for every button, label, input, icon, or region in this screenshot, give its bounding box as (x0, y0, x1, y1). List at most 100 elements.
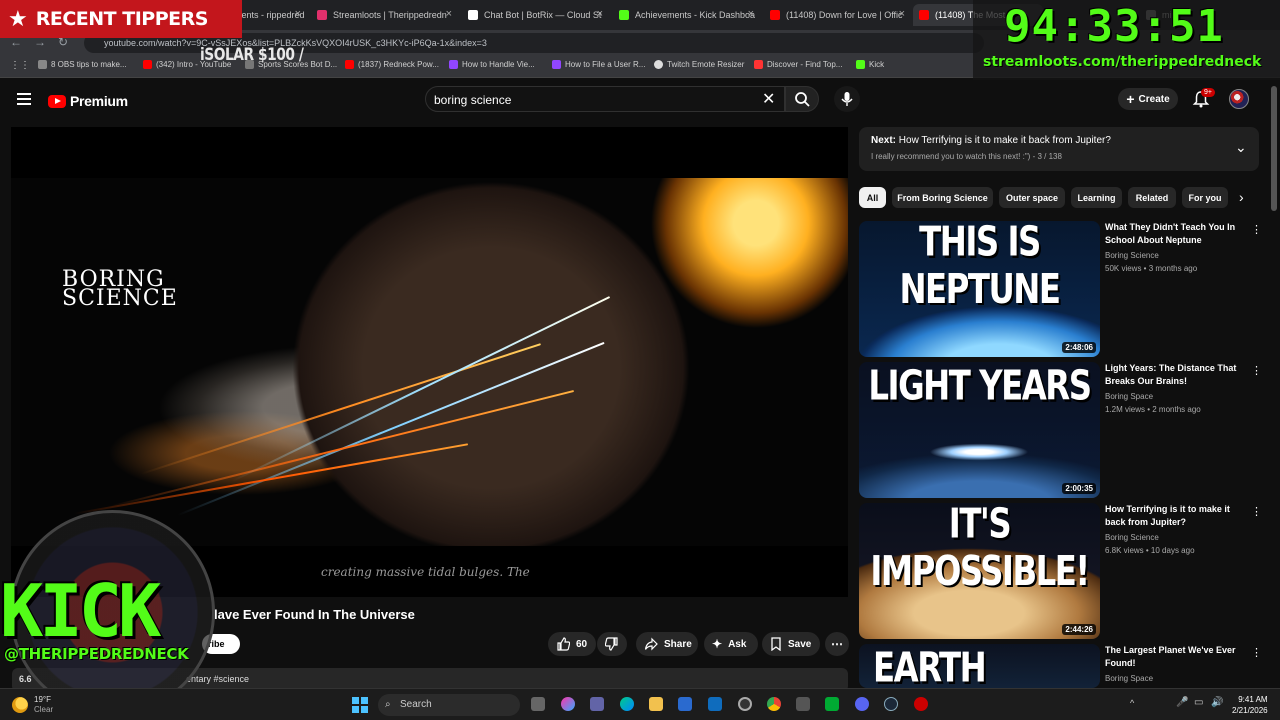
chrome-icon[interactable] (767, 697, 781, 711)
bookmark-item[interactable]: Discover - Find Top... (754, 60, 842, 69)
like-button[interactable]: 60 (548, 632, 596, 656)
steam-icon[interactable] (884, 697, 898, 711)
video-thumbnail[interactable]: EARTH (859, 644, 1100, 688)
search-button[interactable] (785, 86, 819, 112)
sparkle-icon: ✦ (712, 637, 723, 651)
video-caption: creating massive tidal bulges. The (321, 565, 530, 579)
channel-name: Boring Space (1105, 392, 1154, 401)
bookmark-item[interactable]: 8 OBS tips to make... (38, 60, 127, 69)
more-vertical-icon[interactable]: ⋮ (1251, 505, 1262, 518)
task-view-icon[interactable] (531, 697, 545, 711)
clear-search-icon[interactable]: ✕ (762, 89, 775, 109)
browser-tab[interactable]: (11408) Down for Love | Offic × (764, 4, 909, 26)
chip-learning[interactable]: Learning (1071, 187, 1122, 208)
bookmark-item[interactable]: Kick (856, 60, 884, 69)
bookmark-item[interactable]: How to File a User R... (552, 60, 645, 69)
recommendation-title: The Largest Planet We've Ever Found! (1105, 645, 1236, 668)
video-meta: 1.2M views • 2 months ago (1105, 405, 1201, 414)
outlook-icon[interactable] (708, 697, 722, 711)
browser-tab[interactable]: Chat Bot | BotRix — Cloud St × (462, 4, 607, 26)
windows-start-icon[interactable] (352, 697, 368, 713)
video-thumbnail[interactable]: LIGHT YEARS 2:00:35 (859, 362, 1100, 498)
chevron-down-icon[interactable]: ⌄ (1235, 139, 1247, 156)
weather-moon-icon[interactable] (12, 697, 28, 713)
teams-icon[interactable] (590, 697, 604, 711)
bookmark-item[interactable]: Twitch Emote Resizer (654, 60, 744, 69)
tab-close-icon[interactable]: × (748, 8, 754, 20)
save-button[interactable]: Save (762, 632, 820, 656)
record-icon[interactable] (914, 697, 928, 711)
browser-tab[interactable]: Achievements - Kick Dashboa × (613, 4, 758, 26)
apps-grid-icon[interactable]: ⋮⋮ (10, 60, 30, 71)
weather-widget[interactable]: 19°F Clear (34, 695, 53, 715)
dislike-button[interactable] (597, 632, 627, 656)
chevron-right-icon[interactable]: › (1239, 189, 1244, 205)
page-scrollbar[interactable] (1271, 86, 1277, 211)
ask-button[interactable]: ✦ Ask (704, 632, 758, 656)
volume-icon[interactable]: 🔊 (1211, 697, 1223, 708)
next-video-title: How Terrifying is it to make it back fro… (898, 135, 1111, 146)
recommendation-item[interactable]: IT'S IMPOSSIBLE! 2:44:26 How Terrifying … (859, 503, 1262, 639)
channel-name: Boring Science (1105, 251, 1159, 260)
recommendation-item[interactable]: LIGHT YEARS 2:00:35 Light Years: The Dis… (859, 362, 1262, 498)
tab-close-icon[interactable]: × (597, 8, 603, 20)
bookmark-item[interactable]: How to Handle Vie... (449, 60, 535, 69)
next-label: Next: (871, 135, 897, 146)
playlist-next-panel[interactable]: Next: How Terrifying is it to make it ba… (859, 127, 1259, 171)
microphone-tray-icon[interactable]: 🎤 (1176, 697, 1188, 708)
video-duration: 2:44:26 (1062, 624, 1096, 635)
tab-close-icon[interactable]: × (899, 8, 905, 20)
bookmark-item[interactable]: (1837) Redneck Pow... (345, 60, 439, 69)
more-vertical-icon[interactable]: ⋮ (1251, 223, 1262, 236)
youtube-premium-logo[interactable]: Premium (48, 93, 128, 109)
more-vertical-icon[interactable]: ⋮ (1251, 364, 1262, 377)
discord-icon[interactable] (855, 697, 869, 711)
thumbs-up-icon (557, 637, 570, 651)
chip-from-boring-science[interactable]: From Boring Science (892, 187, 993, 208)
video-thumbnail[interactable]: IT'S IMPOSSIBLE! 2:44:26 (859, 503, 1100, 639)
tipper-ticker: iSOLAR $100 / (200, 45, 304, 65)
star-icon: ★ (8, 6, 28, 31)
edge-icon[interactable] (620, 697, 634, 711)
more-horizontal-icon: ⋯ (831, 637, 843, 651)
tab-close-icon[interactable]: × (295, 8, 301, 20)
thumbs-down-icon (605, 637, 618, 651)
video-meta: 50K views • 3 months ago (1105, 264, 1198, 273)
taskbar-search[interactable]: ⌕ Search (378, 694, 520, 716)
create-button[interactable]: + Create (1118, 88, 1178, 110)
taskbar-clock[interactable]: 9:41 AM 2/21/2026 (1232, 694, 1268, 716)
recommendation-item[interactable]: THIS IS NEPTUNE 2:48:06 What They Didn't… (859, 221, 1262, 357)
video-meta: 6.8K views • 10 days ago (1105, 546, 1195, 555)
subathon-timer: 94:33:51 (1004, 1, 1224, 52)
copilot-icon[interactable] (561, 697, 575, 711)
video-title: lave Ever Found In The Universe (214, 607, 415, 622)
video-thumbnail[interactable]: THIS IS NEPTUNE 2:48:06 (859, 221, 1100, 357)
voice-search-button[interactable] (834, 86, 860, 112)
search-icon: ⌕ (385, 699, 391, 710)
playlist-subtext: I really recommend you to watch this nex… (871, 152, 1062, 161)
browser-tab[interactable]: Streamloots | Therippedredn × (311, 4, 456, 26)
tab-close-icon[interactable]: × (446, 8, 452, 20)
search-input[interactable] (434, 91, 754, 109)
more-actions-button[interactable]: ⋯ (825, 632, 849, 656)
more-vertical-icon[interactable]: ⋮ (1251, 646, 1259, 659)
file-explorer-icon[interactable] (649, 697, 663, 711)
recommendation-title: How Terrifying is it to make it back fro… (1105, 504, 1230, 527)
terminal-icon[interactable] (825, 697, 839, 711)
system-tray-chevron-icon[interactable]: ^ (1130, 698, 1134, 708)
app-icon[interactable] (796, 697, 810, 711)
chip-all[interactable]: All (859, 187, 886, 208)
chip-outer-space[interactable]: Outer space (999, 187, 1065, 208)
hamburger-menu-icon[interactable] (17, 93, 31, 105)
tab-favicon-icon (317, 10, 327, 20)
store-icon[interactable] (678, 697, 692, 711)
obs-icon[interactable] (738, 697, 752, 711)
share-button[interactable]: Share (636, 632, 698, 656)
kick-handle: @THERIPPEDREDNECK (4, 645, 189, 663)
avatar[interactable] (1229, 89, 1249, 109)
network-icon[interactable]: ▭ (1194, 697, 1203, 708)
recommendation-item[interactable]: EARTH The Largest Planet We've Ever Foun… (859, 644, 1259, 688)
chip-for-you[interactable]: For you (1182, 187, 1228, 208)
microphone-icon (841, 92, 853, 106)
chip-related[interactable]: Related (1128, 187, 1176, 208)
